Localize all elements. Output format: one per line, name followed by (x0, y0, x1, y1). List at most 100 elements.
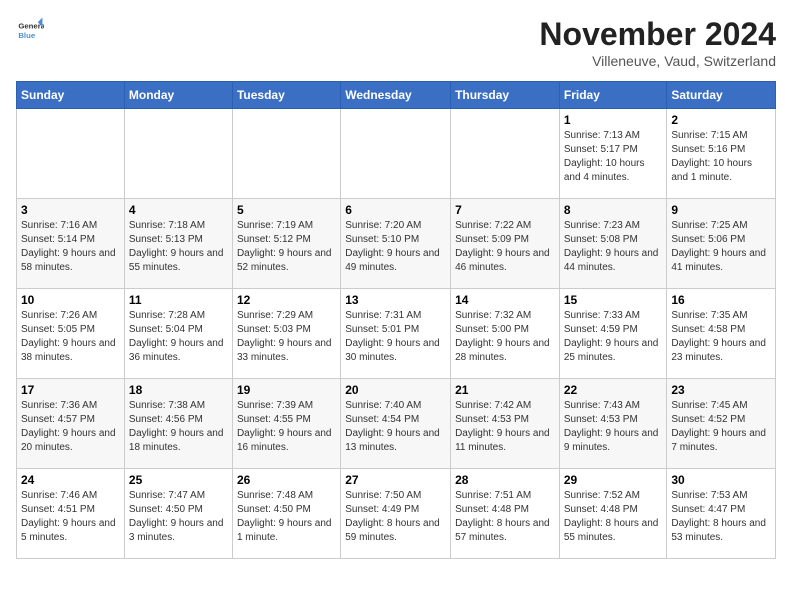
weekday-header: Saturday (667, 82, 776, 109)
day-number: 19 (237, 383, 336, 397)
day-info: Sunrise: 7:18 AM Sunset: 5:13 PM Dayligh… (129, 219, 228, 275)
day-info: Sunrise: 7:23 AM Sunset: 5:08 PM Dayligh… (564, 219, 663, 275)
calendar-cell: 21 Sunrise: 7:42 AM Sunset: 4:53 PM Dayli… (451, 379, 560, 469)
calendar-week-row: 24 Sunrise: 7:46 AM Sunset: 4:51 PM Dayli… (17, 469, 776, 559)
day-number: 23 (671, 383, 771, 397)
day-number: 14 (455, 293, 555, 307)
calendar-cell: 30 Sunrise: 7:53 AM Sunset: 4:47 PM Dayli… (667, 469, 776, 559)
calendar-cell: 15 Sunrise: 7:33 AM Sunset: 4:59 PM Dayli… (559, 289, 667, 379)
weekday-header: Tuesday (232, 82, 340, 109)
calendar-cell: 18 Sunrise: 7:38 AM Sunset: 4:56 PM Dayli… (124, 379, 232, 469)
day-number: 10 (21, 293, 120, 307)
calendar-cell: 20Sunrise: 7:40 AM Sunset: 4:54 PM Dayli… (341, 379, 451, 469)
day-info: Sunrise: 7:39 AM Sunset: 4:55 PM Dayligh… (237, 399, 336, 455)
month-title: November 2024 (539, 16, 776, 53)
weekday-header: Thursday (451, 82, 560, 109)
day-number: 27 (345, 473, 446, 487)
day-info: Sunrise: 7:48 AM Sunset: 4:50 PM Dayligh… (237, 489, 336, 545)
calendar-cell: 1 Sunrise: 7:13 AM Sunset: 5:17 PM Daylig… (559, 109, 667, 199)
day-number: 8 (564, 203, 663, 217)
calendar-cell: 17Sunrise: 7:36 AM Sunset: 4:57 PM Dayli… (17, 379, 125, 469)
day-number: 29 (564, 473, 663, 487)
day-number: 7 (455, 203, 555, 217)
weekday-header: Sunday (17, 82, 125, 109)
calendar-cell (232, 109, 340, 199)
day-info: Sunrise: 7:42 AM Sunset: 4:53 PM Dayligh… (455, 399, 555, 455)
weekday-header: Friday (559, 82, 667, 109)
calendar-week-row: 3 Sunrise: 7:16 AM Sunset: 5:14 PM Daylig… (17, 199, 776, 289)
calendar-cell (341, 109, 451, 199)
day-info: Sunrise: 7:38 AM Sunset: 4:56 PM Dayligh… (129, 399, 228, 455)
day-number: 2 (671, 113, 771, 127)
day-info: Sunrise: 7:13 AM Sunset: 5:17 PM Dayligh… (564, 129, 663, 185)
day-number: 1 (564, 113, 663, 127)
day-info: Sunrise: 7:45 AM Sunset: 4:52 PM Dayligh… (671, 399, 771, 455)
day-info: Sunrise: 7:51 AM Sunset: 4:48 PM Dayligh… (455, 489, 555, 545)
day-info: Sunrise: 7:31 AM Sunset: 5:01 PM Dayligh… (345, 309, 446, 365)
calendar-cell: 13 Sunrise: 7:31 AM Sunset: 5:01 PM Dayli… (341, 289, 451, 379)
calendar-week-row: 17Sunrise: 7:36 AM Sunset: 4:57 PM Dayli… (17, 379, 776, 469)
calendar-cell: 23 Sunrise: 7:45 AM Sunset: 4:52 PM Dayli… (667, 379, 776, 469)
calendar-cell: 11 Sunrise: 7:28 AM Sunset: 5:04 PM Dayli… (124, 289, 232, 379)
calendar-table: SundayMondayTuesdayWednesdayThursdayFrid… (16, 81, 776, 559)
calendar-cell (451, 109, 560, 199)
calendar-cell: 19 Sunrise: 7:39 AM Sunset: 4:55 PM Dayli… (232, 379, 340, 469)
day-number: 30 (671, 473, 771, 487)
logo: General Blue (16, 16, 44, 44)
day-number: 16 (671, 293, 771, 307)
day-number: 24 (21, 473, 120, 487)
day-number: 6 (345, 203, 446, 217)
calendar-cell: 5Sunrise: 7:19 AM Sunset: 5:12 PM Daylig… (232, 199, 340, 289)
calendar-cell: 14Sunrise: 7:32 AM Sunset: 5:00 PM Dayli… (451, 289, 560, 379)
day-number: 4 (129, 203, 228, 217)
calendar-cell (124, 109, 232, 199)
day-info: Sunrise: 7:29 AM Sunset: 5:03 PM Dayligh… (237, 309, 336, 365)
day-number: 25 (129, 473, 228, 487)
day-number: 3 (21, 203, 120, 217)
day-number: 20 (345, 383, 446, 397)
calendar-cell: 7Sunrise: 7:22 AM Sunset: 5:09 PM Daylig… (451, 199, 560, 289)
day-info: Sunrise: 7:33 AM Sunset: 4:59 PM Dayligh… (564, 309, 663, 365)
day-number: 9 (671, 203, 771, 217)
calendar-cell: 6 Sunrise: 7:20 AM Sunset: 5:10 PM Daylig… (341, 199, 451, 289)
svg-text:Blue: Blue (18, 31, 36, 40)
weekday-header: Monday (124, 82, 232, 109)
day-number: 18 (129, 383, 228, 397)
day-info: Sunrise: 7:28 AM Sunset: 5:04 PM Dayligh… (129, 309, 228, 365)
day-number: 22 (564, 383, 663, 397)
weekday-header-row: SundayMondayTuesdayWednesdayThursdayFrid… (17, 82, 776, 109)
day-number: 11 (129, 293, 228, 307)
day-info: Sunrise: 7:46 AM Sunset: 4:51 PM Dayligh… (21, 489, 120, 545)
day-number: 26 (237, 473, 336, 487)
calendar-cell: 9Sunrise: 7:25 AM Sunset: 5:06 PM Daylig… (667, 199, 776, 289)
day-number: 12 (237, 293, 336, 307)
day-number: 13 (345, 293, 446, 307)
calendar-cell: 27 Sunrise: 7:50 AM Sunset: 4:49 PM Dayli… (341, 469, 451, 559)
calendar-cell: 29 Sunrise: 7:52 AM Sunset: 4:48 PM Dayli… (559, 469, 667, 559)
day-info: Sunrise: 7:43 AM Sunset: 4:53 PM Dayligh… (564, 399, 663, 455)
calendar-cell: 2Sunrise: 7:15 AM Sunset: 5:16 PM Daylig… (667, 109, 776, 199)
day-info: Sunrise: 7:47 AM Sunset: 4:50 PM Dayligh… (129, 489, 228, 545)
day-info: Sunrise: 7:52 AM Sunset: 4:48 PM Dayligh… (564, 489, 663, 545)
calendar-cell: 3 Sunrise: 7:16 AM Sunset: 5:14 PM Daylig… (17, 199, 125, 289)
calendar-cell: 28Sunrise: 7:51 AM Sunset: 4:48 PM Dayli… (451, 469, 560, 559)
day-number: 21 (455, 383, 555, 397)
day-info: Sunrise: 7:36 AM Sunset: 4:57 PM Dayligh… (21, 399, 120, 455)
calendar-cell: 4 Sunrise: 7:18 AM Sunset: 5:13 PM Daylig… (124, 199, 232, 289)
day-number: 15 (564, 293, 663, 307)
day-info: Sunrise: 7:26 AM Sunset: 5:05 PM Dayligh… (21, 309, 120, 365)
calendar-week-row: 10 Sunrise: 7:26 AM Sunset: 5:05 PM Dayli… (17, 289, 776, 379)
day-info: Sunrise: 7:50 AM Sunset: 4:49 PM Dayligh… (345, 489, 446, 545)
day-number: 5 (237, 203, 336, 217)
calendar-week-row: 1 Sunrise: 7:13 AM Sunset: 5:17 PM Daylig… (17, 109, 776, 199)
day-info: Sunrise: 7:16 AM Sunset: 5:14 PM Dayligh… (21, 219, 120, 275)
calendar-cell: 26 Sunrise: 7:48 AM Sunset: 4:50 PM Dayli… (232, 469, 340, 559)
calendar-cell: 12 Sunrise: 7:29 AM Sunset: 5:03 PM Dayli… (232, 289, 340, 379)
calendar-cell: 25 Sunrise: 7:47 AM Sunset: 4:50 PM Dayli… (124, 469, 232, 559)
day-info: Sunrise: 7:53 AM Sunset: 4:47 PM Dayligh… (671, 489, 771, 545)
day-info: Sunrise: 7:20 AM Sunset: 5:10 PM Dayligh… (345, 219, 446, 275)
logo-icon: General Blue (16, 16, 44, 44)
calendar-cell: 8 Sunrise: 7:23 AM Sunset: 5:08 PM Daylig… (559, 199, 667, 289)
page-header: General Blue November 2024 Villeneuve, V… (16, 16, 776, 69)
calendar-cell: 16Sunrise: 7:35 AM Sunset: 4:58 PM Dayli… (667, 289, 776, 379)
